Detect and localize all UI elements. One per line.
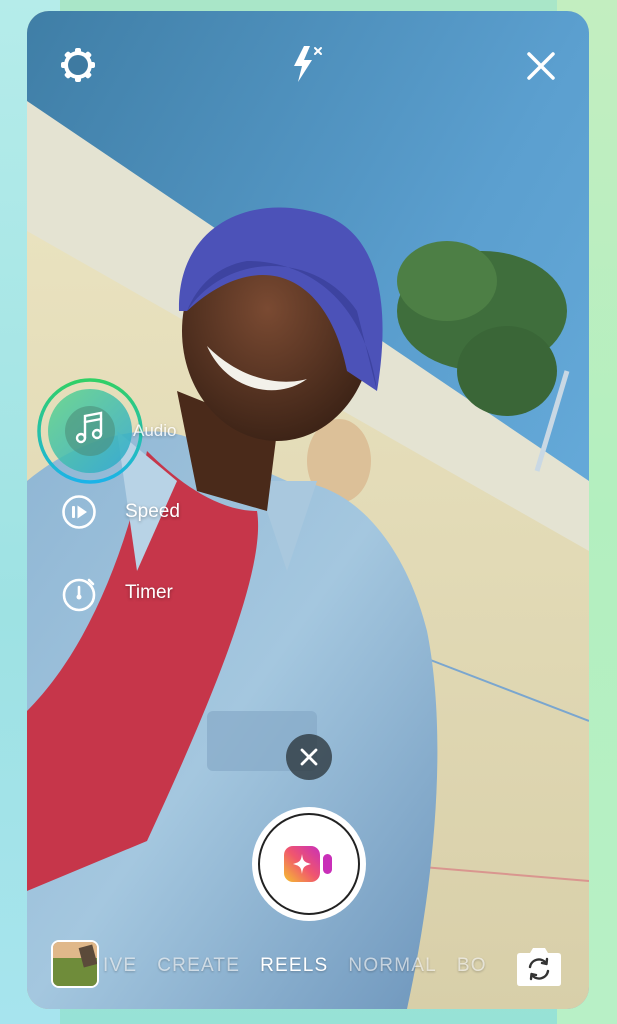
camera-overlay: Audio Speed Timer IVE CREATE REELS NORMA… — [27, 11, 589, 1009]
speed-label: Speed — [125, 501, 180, 522]
flip-camera-button[interactable] — [514, 945, 564, 987]
stopwatch-icon — [62, 578, 96, 612]
mode-live[interactable]: IVE — [103, 955, 137, 977]
flash-button[interactable] — [283, 41, 333, 87]
side-menu-audio[interactable]: Audio — [35, 376, 176, 486]
flip-camera-icon — [517, 948, 561, 986]
speed-play-icon — [62, 495, 96, 529]
discard-clip-button[interactable] — [286, 734, 332, 780]
mode-boomerang[interactable]: BO — [457, 955, 487, 977]
flash-off-icon — [294, 46, 322, 82]
gallery-image — [53, 942, 97, 986]
record-button[interactable] — [252, 807, 366, 921]
mode-normal[interactable]: NORMAL — [348, 955, 437, 977]
audio-label: Audio — [133, 421, 177, 440]
timer-label: Timer — [125, 582, 173, 603]
gallery-thumbnail[interactable] — [51, 940, 99, 988]
side-menu-timer[interactable]: Timer — [61, 574, 173, 612]
gear-icon — [61, 48, 95, 82]
mode-selector: IVE CREATE REELS NORMAL BO — [103, 955, 487, 977]
camera-viewfinder[interactable]: Audio Speed Timer IVE CREATE REELS NORMA… — [27, 11, 589, 1009]
mode-reels[interactable]: REELS — [260, 955, 328, 977]
close-button[interactable] — [521, 46, 561, 86]
close-icon — [300, 748, 318, 766]
side-menu-speed[interactable]: Speed — [61, 494, 180, 530]
settings-button[interactable] — [57, 44, 99, 86]
close-icon — [527, 52, 555, 80]
audio-highlight-ring — [37, 378, 143, 484]
mode-create[interactable]: CREATE — [157, 955, 240, 977]
